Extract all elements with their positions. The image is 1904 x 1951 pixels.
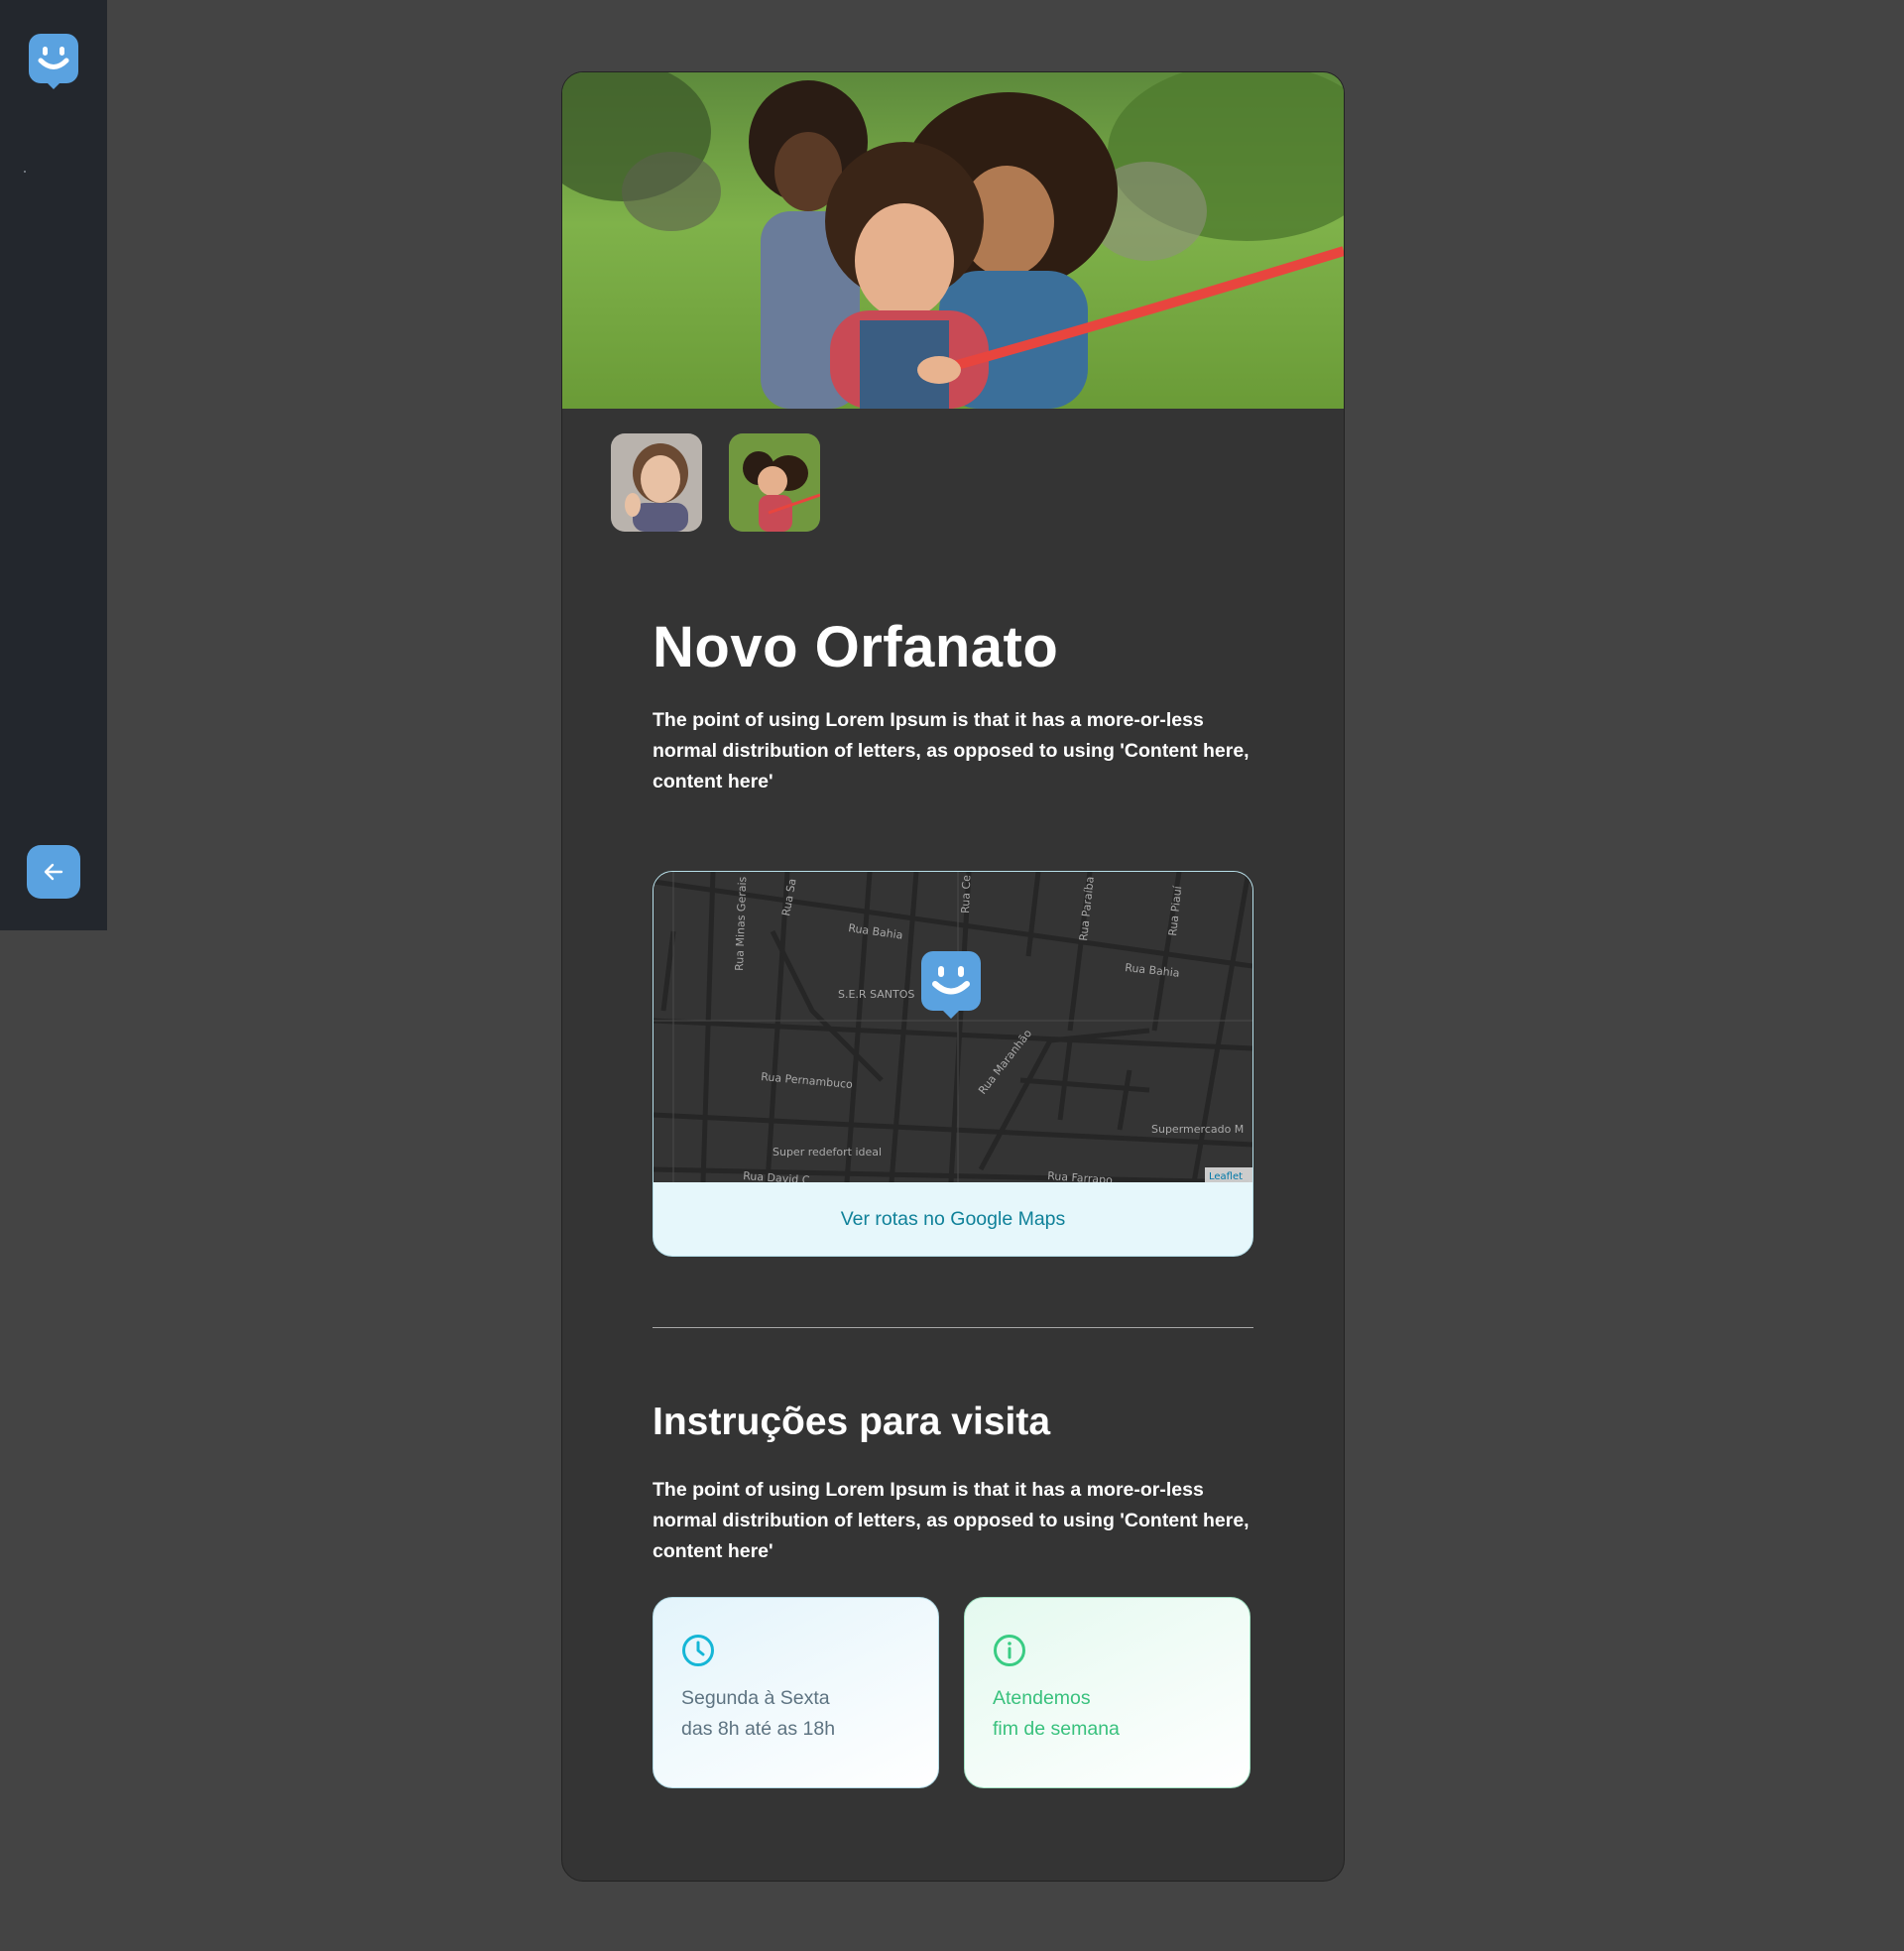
- opening-hours: das 8h até as 18h: [681, 1718, 836, 1740]
- arrow-left-icon: [44, 863, 63, 881]
- sidebar-dot: [24, 171, 26, 173]
- place-label: Super redefort ideal: [773, 1146, 882, 1158]
- weekend-line-1: Atendemos: [993, 1687, 1091, 1709]
- clock-icon: [682, 1635, 714, 1666]
- map-container: Rua Bahia Rua Bahia Rua Pernambuco Rua M…: [653, 871, 1253, 1257]
- happy-marker-icon[interactable]: [29, 34, 78, 89]
- thumbnail-2[interactable]: [729, 433, 820, 532]
- street-label: Rua Ce: [959, 875, 973, 914]
- opening-days: Segunda à Sexta: [681, 1687, 830, 1709]
- place-label: S.E.R SANTOS: [838, 988, 914, 1001]
- orphanage-about: The point of using Lorem Ipsum is that i…: [653, 709, 1250, 793]
- info-icon: [994, 1635, 1025, 1666]
- place-label: Supermercado M: [1151, 1123, 1244, 1136]
- orphanage-name: Novo Orfanato: [653, 615, 1059, 679]
- google-maps-directions-link[interactable]: Ver rotas no Google Maps: [654, 1182, 1252, 1256]
- happy-marker-icon[interactable]: [921, 951, 981, 1019]
- weekend-line-2: fim de semana: [993, 1718, 1120, 1740]
- orphanage-details-card: Novo Orfanato The point of using Lorem I…: [561, 71, 1345, 1882]
- visit-instructions-text: The point of using Lorem Ipsum is that i…: [653, 1479, 1250, 1562]
- orphanage-main-photo: [562, 72, 1344, 409]
- back-button[interactable]: [27, 845, 80, 899]
- thumbnail-1[interactable]: [611, 433, 702, 532]
- kids-tug-of-war-image: [729, 433, 820, 532]
- map-attribution[interactable]: Leaflet: [1209, 1171, 1243, 1182]
- sidebar: [0, 0, 107, 930]
- section-divider: [653, 1327, 1253, 1328]
- visit-instructions-title: Instruções para visita: [653, 1401, 1051, 1443]
- opening-hours-card: Segunda à Sexta das 8h até as 18h: [653, 1597, 939, 1788]
- map[interactable]: Rua Bahia Rua Bahia Rua Pernambuco Rua M…: [654, 872, 1252, 1182]
- girl-thumbs-up-image: [611, 433, 702, 532]
- weekend-info-card: Atendemos fim de semana: [964, 1597, 1250, 1788]
